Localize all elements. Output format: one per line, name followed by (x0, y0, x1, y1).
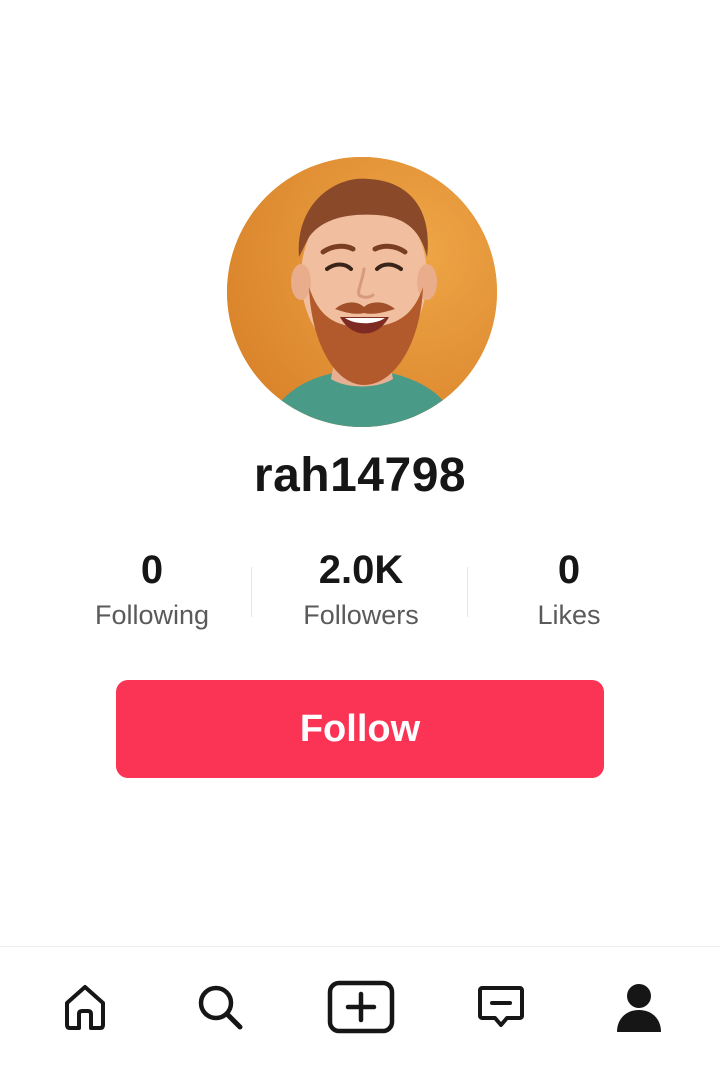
avatar-photo (227, 157, 497, 427)
nav-home[interactable] (55, 977, 115, 1037)
stat-likes[interactable]: 0 Likes (469, 545, 669, 633)
profile-avatar[interactable] (227, 157, 497, 427)
profile-stats: 0 Following 2.0K Followers 0 Likes (0, 545, 720, 635)
profile-screen: rah14798 0 Following 2.0K Followers 0 Li… (0, 0, 720, 1080)
nav-search[interactable] (190, 977, 250, 1037)
search-icon (198, 985, 243, 1030)
stat-divider (251, 567, 252, 617)
create-icon (327, 980, 395, 1034)
likes-label: Likes (537, 600, 601, 630)
following-count: 0 (140, 548, 164, 592)
nav-create[interactable] (327, 977, 395, 1037)
following-label: Following (94, 600, 210, 630)
bottom-nav (0, 946, 720, 1080)
home-icon (65, 985, 105, 1030)
inbox-icon (478, 986, 524, 1027)
profile-username: rah14798 (253, 449, 467, 502)
followers-count: 2.0K (318, 548, 404, 592)
follow-button[interactable]: Follow (116, 680, 604, 778)
stat-divider (467, 567, 468, 617)
stat-following[interactable]: 0 Following (52, 545, 252, 633)
profile-icon (617, 984, 661, 1032)
likes-count: 0 (557, 548, 581, 592)
followers-label: Followers (303, 600, 419, 630)
stat-followers[interactable]: 2.0K Followers (261, 545, 461, 633)
nav-profile[interactable] (609, 977, 669, 1037)
nav-inbox[interactable] (471, 977, 531, 1037)
